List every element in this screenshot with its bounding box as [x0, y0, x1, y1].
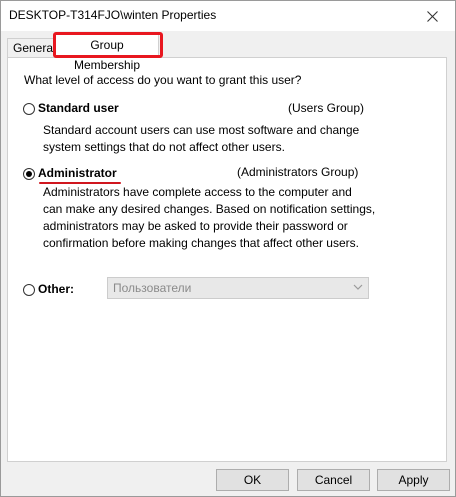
apply-button[interactable]: Apply	[377, 469, 450, 491]
radio-administrator[interactable]	[23, 168, 35, 180]
description-line: confirmation before making changes that …	[43, 236, 359, 250]
window-title: DESKTOP-T314FJO\winten Properties	[9, 8, 217, 22]
group-membership-panel: What level of access do you want to gran…	[7, 57, 447, 462]
standard-user-label[interactable]: Standard user	[38, 101, 119, 115]
tab-group-membership[interactable]: Group Membership	[55, 34, 159, 72]
other-group-select[interactable]: Пользователи	[107, 277, 369, 299]
description-line: can make any desired changes. Based on n…	[43, 202, 376, 216]
description-line: Standard account users can use most soft…	[43, 123, 360, 137]
other-label[interactable]: Other:	[38, 282, 74, 296]
properties-window: DESKTOP-T314FJO\winten Properties Genera…	[0, 0, 456, 497]
users-group-label: (Users Group)	[288, 101, 365, 115]
description-line: Administrators have complete access to t…	[43, 185, 352, 199]
radio-other[interactable]	[23, 284, 35, 296]
close-button[interactable]	[409, 1, 455, 31]
title-bar: DESKTOP-T314FJO\winten Properties	[1, 1, 455, 31]
standard-user-description: Standard account users can use most soft…	[43, 122, 383, 156]
access-question: What level of access do you want to gran…	[24, 73, 302, 87]
chevron-down-icon	[353, 284, 363, 290]
administrator-label[interactable]: Administrator	[38, 166, 117, 180]
close-icon	[426, 10, 438, 22]
cancel-button[interactable]: Cancel	[297, 469, 370, 491]
description-line: system settings that do not affect other…	[43, 140, 285, 154]
select-value: Пользователи	[113, 281, 192, 295]
tab-strip: General Group Membership	[1, 31, 455, 72]
radio-standard-user[interactable]	[23, 103, 35, 115]
administrators-group-label: (Administrators Group)	[237, 165, 359, 179]
administrator-description: Administrators have complete access to t…	[43, 184, 383, 252]
tab-general[interactable]: General	[7, 38, 56, 57]
ok-button[interactable]: OK	[216, 469, 289, 491]
description-line: administrators may be asked to provide t…	[43, 219, 348, 233]
